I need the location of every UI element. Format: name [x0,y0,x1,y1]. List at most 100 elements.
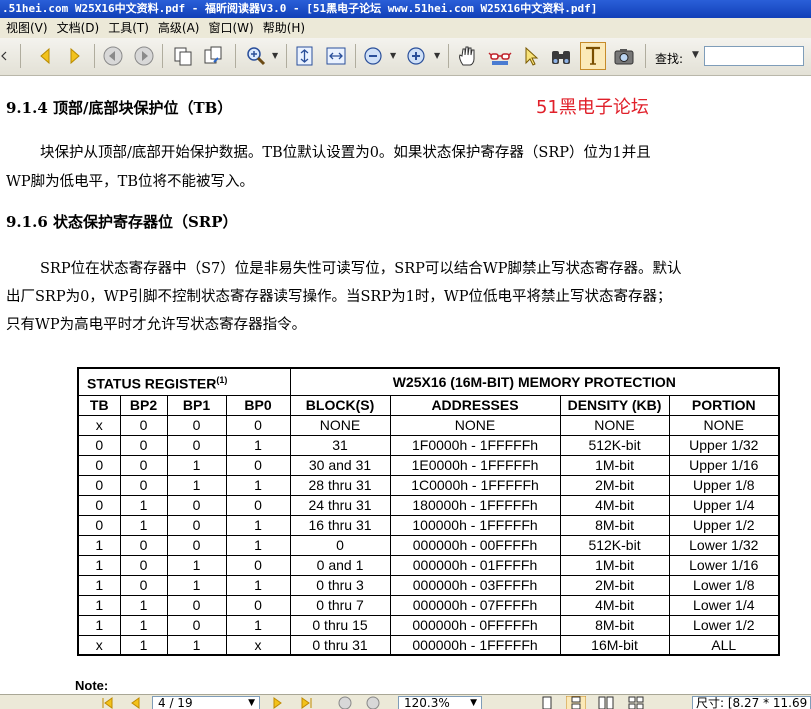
menu-advanced[interactable]: 高级(A) [155,18,203,38]
snapshot-icon[interactable] [611,42,637,70]
zoom-plus-icon[interactable] [403,42,429,70]
toolbar: ▼ ▼ ▼ 查找: ▼ [0,38,811,76]
table-cell: 0 [225,594,291,616]
zoom-out-icon[interactable] [360,42,386,70]
table-cell: 1 [77,594,121,616]
back-icon[interactable] [338,696,352,709]
menu-bar: 视图(V) 文档(D) 工具(T) 高级(A) 窗口(W) 帮助(H) [0,18,811,38]
hand-tool-icon[interactable] [455,42,481,70]
single-page-icon[interactable] [540,696,554,709]
fit-width-icon[interactable] [323,42,349,70]
table-cell: 0 [119,434,168,456]
window-title: .51hei.com W25X16中文资料.pdf - 福昕阅读器V3.0 - … [0,0,811,18]
reading-icon[interactable] [487,42,513,70]
find-input[interactable] [704,46,804,66]
table-cell: 000000h - 1FFFFFh [389,634,561,656]
memory-protection-table: STATUS REGISTER(1) W25X16 (16M-BIT) MEMO… [77,367,781,656]
toolbar-separator [645,44,646,68]
toolbar-separator [20,44,21,68]
paragraph-tb-line-1: 块保护从顶部/底部开始保护数据。TB位默认设置为0。如果状态保护寄存器（SRP）… [40,145,651,161]
table-cell: 1M-bit [559,454,670,476]
last-page-icon[interactable] [300,696,314,709]
menu-help[interactable]: 帮助(H) [260,18,308,38]
toolbar-separator [162,44,163,68]
fit-page-icon[interactable] [292,42,318,70]
table-cell: 0 [225,554,291,576]
forward-icon[interactable] [366,696,380,709]
table-cell: 4M-bit [559,494,670,516]
table-cell: 16 thru 31 [289,514,391,536]
back-icon[interactable] [100,42,126,70]
left-scroll-icon[interactable] [0,42,8,70]
continuous-page-icon[interactable] [566,696,586,709]
facing-page-icon[interactable] [598,696,614,709]
table-cell: 180000h - 1FFFFFh [389,494,561,516]
find-label: 查找: [655,52,684,66]
chevron-down-icon[interactable]: ▼ [390,51,398,61]
paragraph-tb-line-2: WP脚为低电平，TB位将不能被写入。 [6,174,254,190]
select-arrow-icon[interactable] [518,42,544,70]
table-row: 10100 and 1 000000h - 01FFFFh 1M-bit Lower … [77,554,780,576]
column-header: TB [77,394,121,416]
zoom-in-tool-icon[interactable] [243,42,269,70]
text-select-icon[interactable] [580,42,606,70]
table-cell: 1 [77,574,121,596]
menu-tools[interactable]: 工具(T) [105,18,152,38]
page-number-value: 4 / 19 [158,696,193,709]
pdf-reader-window: .51hei.com W25X16中文资料.pdf - 福昕阅读器V3.0 - … [0,0,811,709]
page-size-field: 尺寸: [8.27 * 11.69 英寸] [692,696,811,709]
zoom-field[interactable]: 120.3% ▼ [398,696,482,709]
table-cell: 1 [225,474,291,496]
table-cell: 1 [119,634,168,656]
page-number-field[interactable]: 4 / 19 ▼ [152,696,260,709]
table-cell: 0 [77,434,121,456]
table-cell: 1 [166,454,227,476]
chevron-down-icon[interactable]: ▼ [470,697,477,709]
table-cell: 0 [225,454,291,476]
table-cell: 1 [119,494,168,516]
column-header-row: TB BP2 BP1 BP0 BLOCK(S) ADDRESSES DENSITY (KB)… [77,394,780,416]
next-page-icon[interactable] [271,696,285,709]
table-cell: 0 [119,454,168,476]
table-cell: 16M-bit [559,634,670,656]
table-cell: 1 [166,474,227,496]
chevron-down-icon[interactable]: ▼ [272,51,280,61]
table-row: 0 0 1 1 28 thru 31 1C0000h - 1FFFFFh 2M-bit Upp… [77,474,780,496]
table-cell: 4M-bit [559,594,670,616]
menu-window[interactable]: 窗口(W) [205,18,256,38]
paste-icon[interactable] [200,42,226,70]
table-cell: 1 [166,634,227,656]
column-header: DENSITY (KB) [559,394,670,416]
table-cell: NONE [559,414,670,436]
table-cell: 0 [119,574,168,596]
table-cell: Upper 1/8 [668,474,780,496]
table-row: x11x0 thru 31 000000h - 1FFFFFh 16M-bit ALL [77,634,780,656]
binoculars-icon[interactable] [548,42,574,70]
table-cell: 1 [119,594,168,616]
table-title-row: STATUS REGISTER(1) W25X16 (16M-BIT) MEMO… [77,367,780,396]
copy-icon[interactable] [170,42,196,70]
menu-view[interactable]: 视图(V) [3,18,51,38]
table-cell: 28 thru 31 [289,474,391,496]
table-cell: x [77,414,121,436]
chevron-down-icon[interactable]: ▼ [248,697,255,709]
prev-page-icon[interactable] [32,42,58,70]
first-page-icon[interactable] [100,696,114,709]
table-cell: 0 [225,494,291,516]
section-heading-tb: 9.1.4 顶部/底部块保护位（TB） [6,99,233,117]
table-cell: 24 thru 31 [289,494,391,516]
table-cell: 000000h - 07FFFFh [389,594,561,616]
forward-icon[interactable] [131,42,157,70]
paragraph-srp-line-3: 只有WP为高电平时才允许写状态寄存器指令。 [6,317,307,333]
table-row: 0 1 0 1 16 thru 31 100000h - 1FFFFFh 8M-bit Upp… [77,514,780,536]
menu-document[interactable]: 文档(D) [54,18,103,38]
column-header: BLOCK(S) [289,394,391,416]
table-cell: 8M-bit [559,614,670,636]
prev-page-icon[interactable] [128,696,142,709]
table-cell: 512K-bit [559,534,670,556]
continuous-facing-icon[interactable] [628,696,644,709]
table-cell: 0 [166,434,227,456]
chevron-down-icon[interactable]: ▼ [434,51,442,61]
chevron-down-icon[interactable]: ▼ [692,50,699,60]
next-page-icon[interactable] [62,42,88,70]
